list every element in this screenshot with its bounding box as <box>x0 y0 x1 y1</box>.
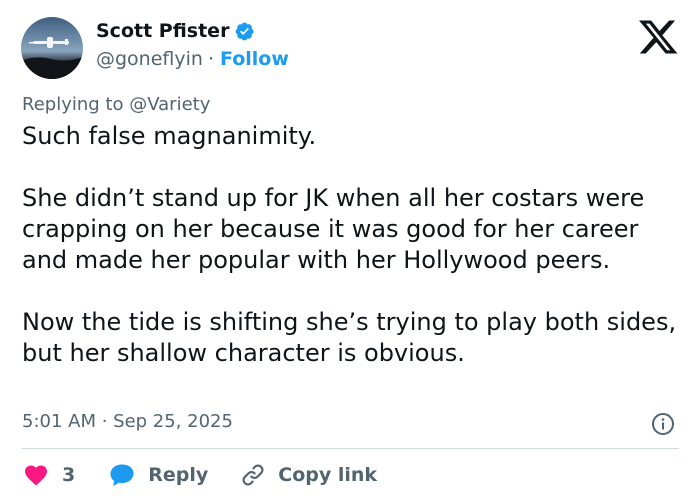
author-handle[interactable]: @goneflyin <box>96 48 203 70</box>
replying-to: Replying to @Variety <box>22 94 210 115</box>
link-icon <box>242 464 264 486</box>
reply-button[interactable]: Reply <box>109 463 208 487</box>
tweet-paragraph: Such false magnanimity. <box>22 122 317 150</box>
handle-separator: · <box>207 48 214 70</box>
info-icon[interactable] <box>651 412 675 436</box>
tweet-text: Such false magnanimity. She didn’t stand… <box>22 121 682 369</box>
tweet-card: Scott Pfister @goneflyin · Follow Replying… <box>0 0 700 502</box>
tweet-timestamp[interactable]: 5:01 AM · Sep 25, 2025 <box>22 411 233 432</box>
author-name-row: Scott Pfister <box>96 20 255 42</box>
author-display-name[interactable]: Scott Pfister <box>96 20 229 42</box>
copy-link-label: Copy link <box>278 464 378 486</box>
copy-link-button[interactable]: Copy link <box>240 462 377 488</box>
tweet-paragraph: Now the tide is shifting she’s trying to… <box>22 308 677 367</box>
replying-to-mention[interactable]: @Variety <box>129 94 210 115</box>
heart-icon <box>25 465 47 486</box>
author-handle-row: @goneflyin · Follow <box>96 48 289 70</box>
speech-bubble-icon <box>110 464 134 486</box>
tweet-paragraph: She didn’t stand up for JK when all her … <box>22 184 645 274</box>
divider <box>22 448 679 449</box>
avatar[interactable] <box>21 17 83 79</box>
verified-badge-icon <box>234 21 255 42</box>
replying-to-prefix: Replying to <box>22 94 124 115</box>
action-bar: 3 Reply Copy link <box>24 461 377 489</box>
reply-label: Reply <box>148 464 209 486</box>
like-count: 3 <box>62 464 76 486</box>
follow-button[interactable]: Follow <box>220 48 289 70</box>
x-logo-icon[interactable] <box>638 19 678 55</box>
like-button[interactable]: 3 <box>24 464 75 486</box>
airplane-avatar-icon <box>21 17 83 79</box>
